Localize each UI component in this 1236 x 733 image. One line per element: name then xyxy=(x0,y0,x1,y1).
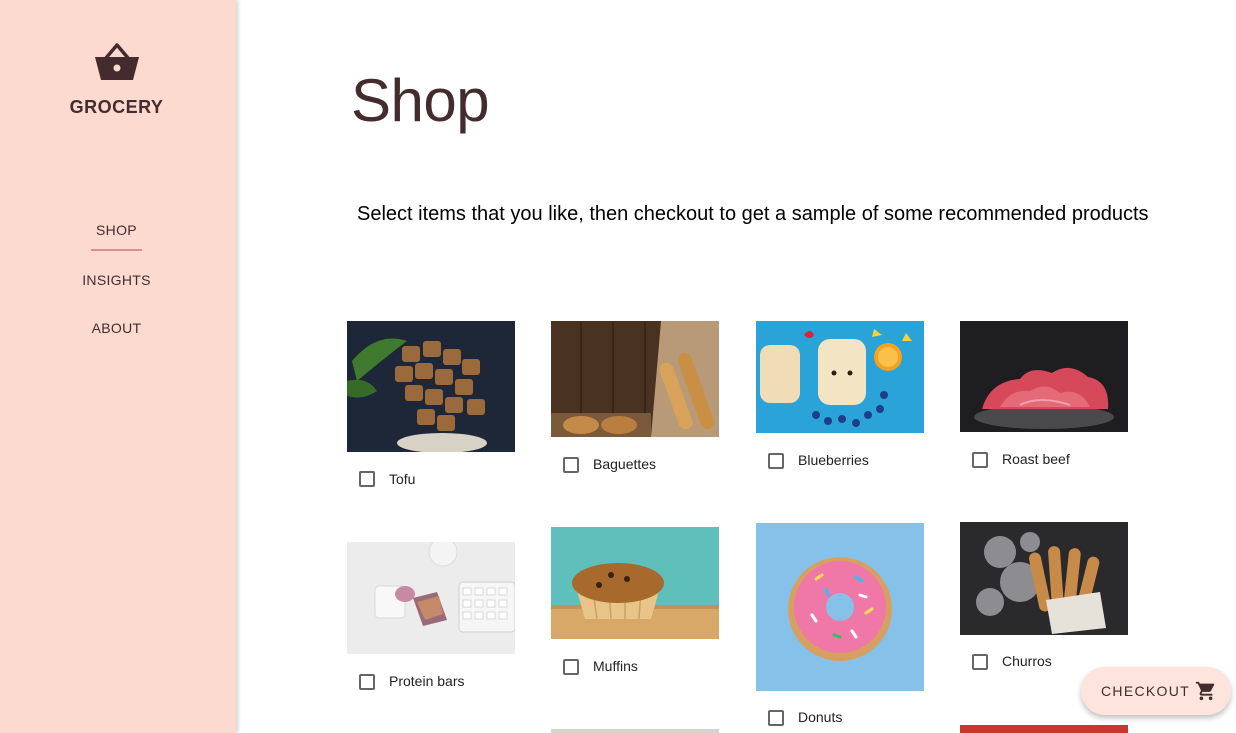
checkout-button[interactable]: CHECKOUT xyxy=(1081,667,1231,715)
page-subtitle: Select items that you like, then checkou… xyxy=(357,203,1149,225)
product-label-baguettes: Baguettes xyxy=(593,456,657,472)
product-image-tofu xyxy=(347,321,515,452)
product-card-baguettes: Baguettes xyxy=(551,321,719,481)
product-checkbox-donuts[interactable] xyxy=(768,710,784,726)
product-card-donuts: Donuts xyxy=(756,523,924,733)
sidebar: GROCERY SHOP INSIGHTS ABOUT xyxy=(0,0,236,733)
product-label-protein-bars: Protein bars xyxy=(389,673,465,689)
product-image-donuts xyxy=(756,523,924,691)
product-image-baguettes xyxy=(551,321,719,437)
product-card-tofu: Tofu xyxy=(347,321,515,496)
product-image-churros xyxy=(960,522,1128,635)
product-label-churros: Churros xyxy=(1002,653,1052,669)
product-image-partial xyxy=(960,725,1128,733)
brand-title: GROCERY xyxy=(69,97,164,117)
product-checkbox-roast-beef[interactable] xyxy=(972,452,988,468)
product-checkbox-protein-bars[interactable] xyxy=(359,674,375,690)
product-image-blueberries xyxy=(756,321,924,433)
nav-item-shop[interactable]: SHOP xyxy=(0,222,233,238)
page-title: Shop xyxy=(351,67,490,134)
nav-active-indicator xyxy=(91,249,142,251)
product-image-roast-beef xyxy=(960,321,1128,432)
checkout-label: CHECKOUT xyxy=(1101,683,1190,699)
basket-icon xyxy=(95,43,139,80)
product-card-roast-beef: Roast beef xyxy=(960,321,1128,476)
product-checkbox-baguettes[interactable] xyxy=(563,457,579,473)
product-card-protein-bars: Protein bars xyxy=(347,542,515,698)
product-card-muffins: Muffins xyxy=(551,527,719,683)
product-label-muffins: Muffins xyxy=(593,658,638,674)
product-checkbox-churros[interactable] xyxy=(972,654,988,670)
product-label-blueberries: Blueberries xyxy=(798,452,869,468)
nav-item-about[interactable]: ABOUT xyxy=(0,320,233,336)
product-label-tofu: Tofu xyxy=(389,471,416,487)
shop-main: Shop Select items that you like, then ch… xyxy=(236,0,1236,733)
product-checkbox-muffins[interactable] xyxy=(563,659,579,675)
product-image-muffins xyxy=(551,527,719,639)
grocery-app: GROCERY SHOP INSIGHTS ABOUT Shop Select … xyxy=(0,0,1236,733)
product-card-blueberries: Blueberries xyxy=(756,321,924,477)
product-label-donuts: Donuts xyxy=(798,709,843,725)
product-checkbox-tofu[interactable] xyxy=(359,471,375,487)
product-image-protein-bars xyxy=(347,542,515,654)
nav-item-insights[interactable]: INSIGHTS xyxy=(0,272,233,288)
cart-icon xyxy=(1195,681,1215,701)
product-card-churros: Churros xyxy=(960,522,1128,678)
product-label-roast-beef: Roast beef xyxy=(1002,451,1070,467)
product-checkbox-blueberries[interactable] xyxy=(768,453,784,469)
product-image-partial xyxy=(551,729,719,733)
